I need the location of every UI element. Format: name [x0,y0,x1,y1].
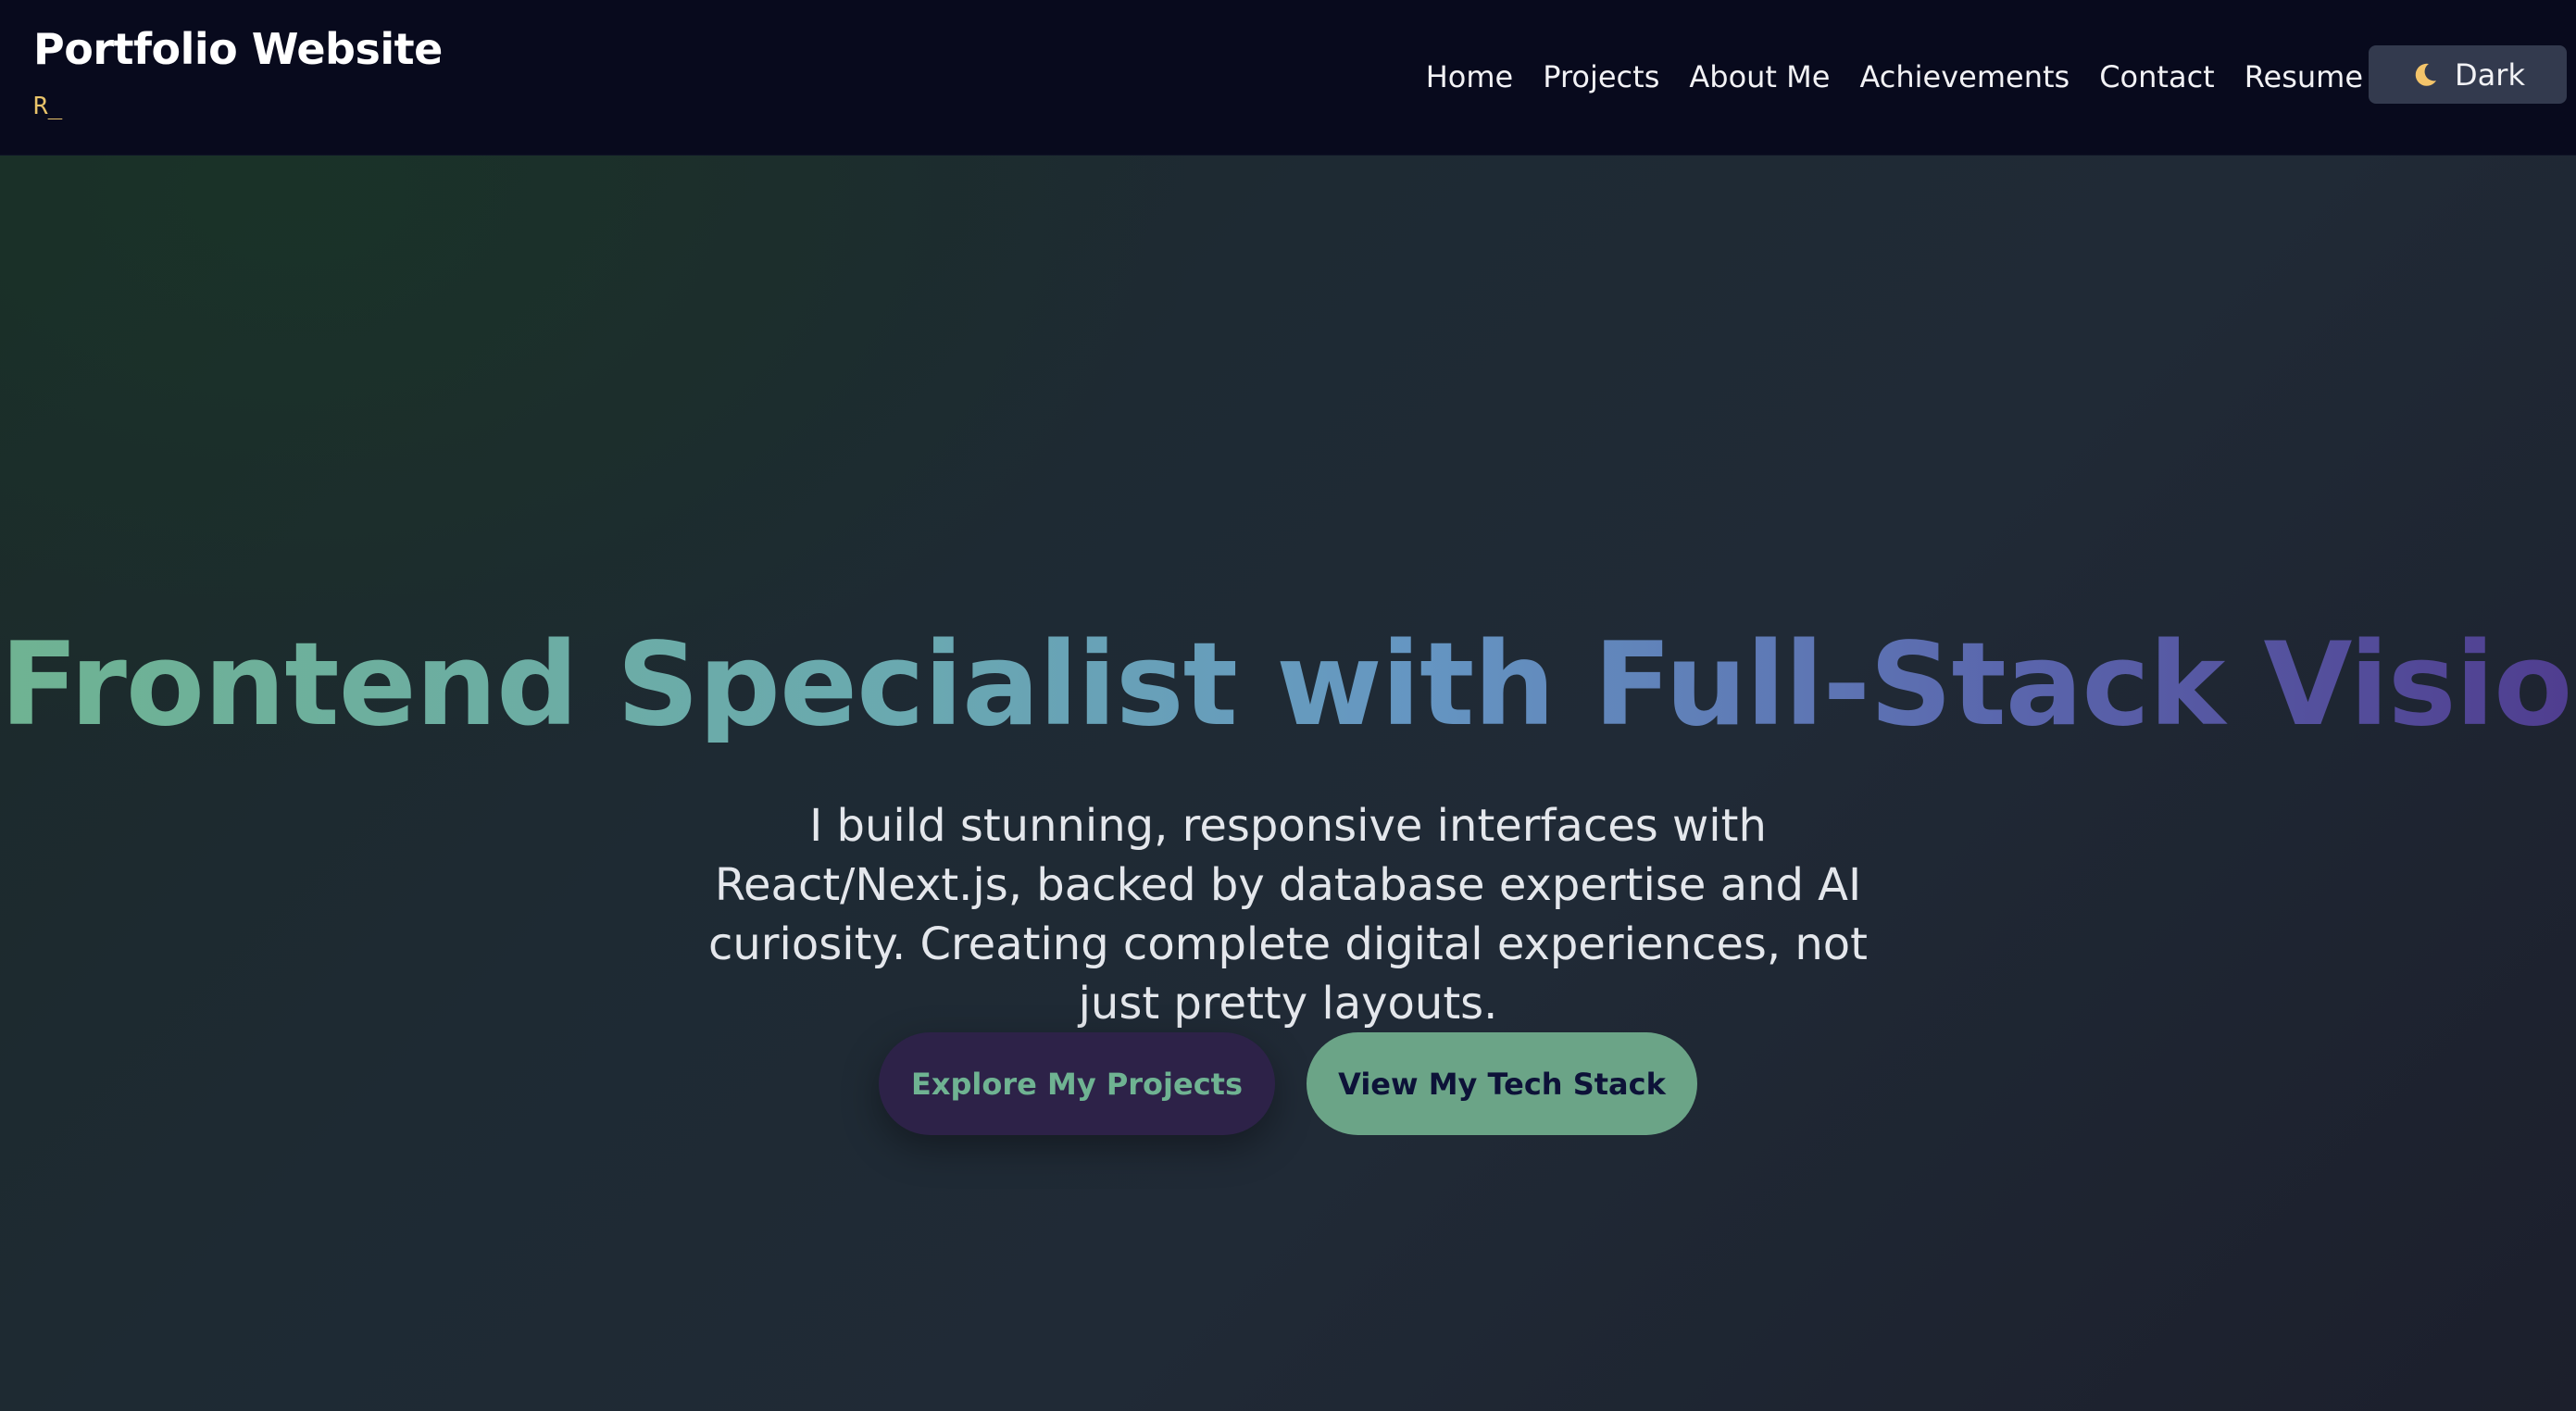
moon-icon [2410,60,2440,90]
nav-link-contact[interactable]: Contact [2099,59,2215,94]
nav-link-resume[interactable]: Resume [2245,59,2363,94]
nav-links: Home Projects About Me Achievements Cont… [1426,0,2363,154]
explore-projects-button[interactable]: Explore My Projects [879,1032,1275,1135]
top-navbar: Portfolio Website R_ Home Projects About… [0,0,2576,156]
theme-toggle-button[interactable]: Dark [2369,45,2567,104]
view-tech-stack-button[interactable]: View My Tech Stack [1307,1032,1697,1135]
nav-link-home[interactable]: Home [1426,59,1514,94]
site-title[interactable]: Portfolio Website [33,24,443,74]
site-subtitle-typing: R_ [33,93,63,120]
nav-link-projects[interactable]: Projects [1543,59,1659,94]
hero-section: Frontend Specialist with Full-Stack Visi… [0,156,2576,1411]
hero-description: I build stunning, responsive interfaces … [707,800,1868,1030]
theme-toggle-label: Dark [2455,56,2525,93]
nav-link-achievements[interactable]: Achievements [1859,59,2070,94]
hero-title: Frontend Specialist with Full-Stack Visi… [0,618,2576,752]
hero-cta-group: Explore My Projects View My Tech Stack [0,1032,2576,1135]
nav-link-about-me[interactable]: About Me [1689,59,1830,94]
